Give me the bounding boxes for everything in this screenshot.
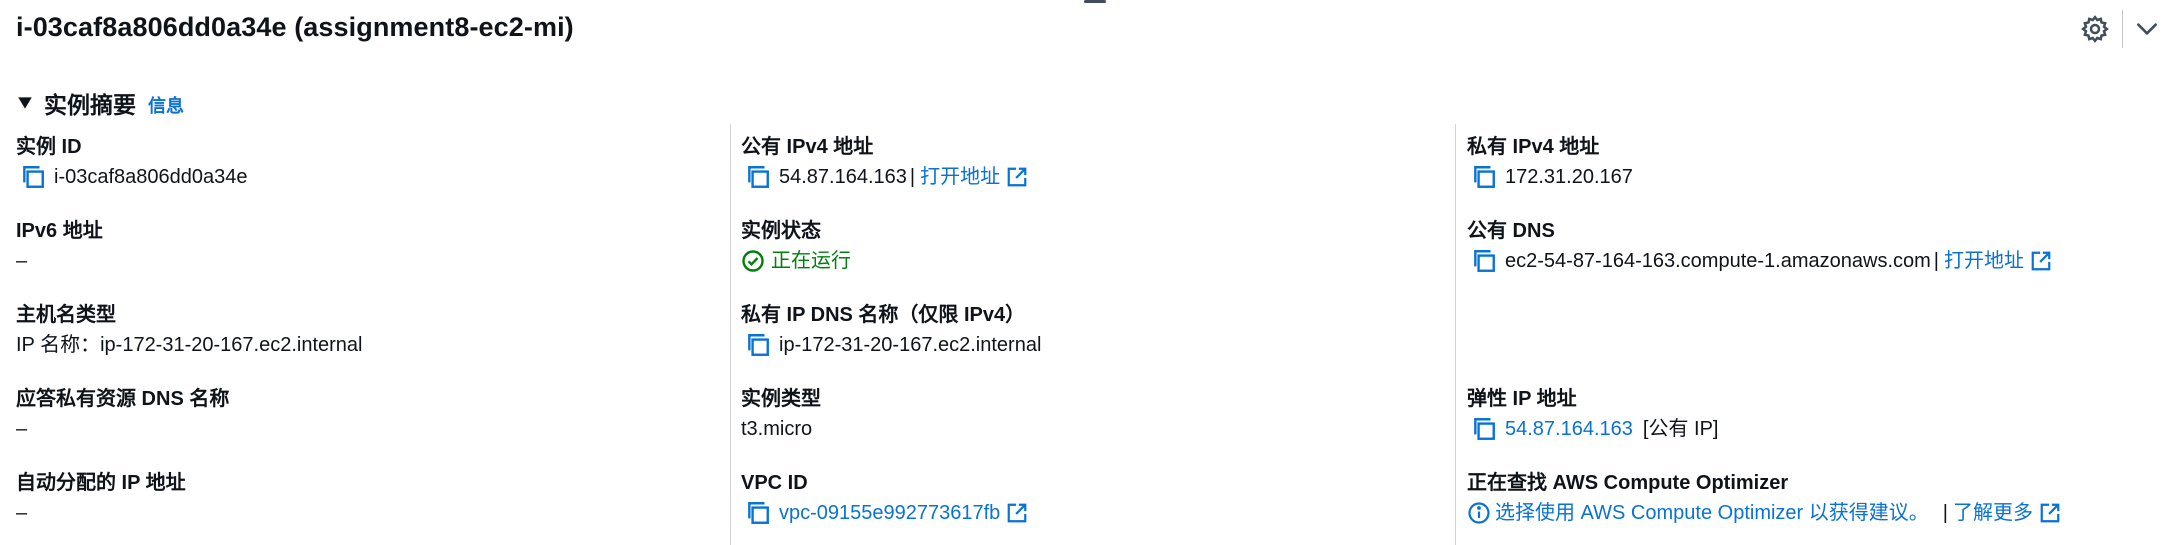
info-link[interactable]: 信息 — [148, 92, 184, 118]
separator: | — [1942, 502, 1948, 524]
header-divider — [2122, 10, 2123, 48]
separator: | — [909, 166, 916, 188]
field-label: 公有 DNS — [1467, 220, 1555, 242]
field-label: 公有 IPv4 地址 — [741, 136, 874, 158]
field-label: 实例 ID — [16, 136, 82, 158]
column-divider — [730, 124, 731, 545]
status-check-icon — [742, 250, 764, 272]
copy-icon[interactable] — [745, 500, 771, 526]
copy-icon[interactable] — [745, 164, 771, 190]
summary-column-1: 实例 ID i-03caf8a806dd0a34e IPv6 地址 – 主机名类… — [16, 122, 716, 545]
hostname-type-value: IP 名称：ip-172-31-20-167.ec2.internal — [16, 334, 363, 356]
external-link-icon[interactable] — [1006, 502, 1028, 524]
private-ipv4-value: 172.31.20.167 — [1505, 166, 1633, 188]
field-compute-optimizer: 正在查找 AWS Compute Optimizer 选择使用 AWS Comp… — [1467, 470, 2167, 540]
field-private-ipv4: 私有 IPv4 地址 172.31.20.167 — [1467, 134, 2167, 204]
field-instance-id: 实例 ID i-03caf8a806dd0a34e — [16, 134, 716, 204]
summary-column-3: 私有 IPv4 地址 172.31.20.167 公有 DNS ec2-54-8… — [1467, 122, 2167, 545]
field-vpc-id: VPC ID vpc-09155e992773617fb — [741, 470, 1441, 540]
resize-handle[interactable] — [1084, 0, 1106, 3]
learn-more-link[interactable]: 了解更多 — [1953, 499, 2033, 527]
copy-icon[interactable] — [20, 164, 46, 190]
copy-icon[interactable] — [1471, 248, 1497, 274]
field-label: 实例状态 — [741, 220, 821, 242]
header-bar: i-03caf8a806dd0a34e (assignment8-ec2-mi) — [0, 0, 2173, 60]
copy-icon[interactable] — [1471, 164, 1497, 190]
ipv6-value: – — [16, 250, 28, 272]
public-dns-value: ec2-54-87-164-163.compute-1.amazonaws.co… — [1505, 250, 1931, 272]
field-answer-private-dns: 应答私有资源 DNS 名称 – — [16, 386, 716, 456]
separator: | — [1933, 250, 1939, 272]
chevron-down-icon[interactable] — [2134, 16, 2160, 42]
gear-icon[interactable] — [2080, 14, 2110, 44]
field-ipv6: IPv6 地址 – — [16, 218, 716, 288]
page-title: i-03caf8a806dd0a34e (assignment8-ec2-mi) — [16, 12, 574, 42]
field-label: 应答私有资源 DNS 名称 — [16, 388, 230, 410]
field-hostname-type: 主机名类型 IP 名称：ip-172-31-20-167.ec2.interna… — [16, 302, 716, 372]
opt-in-optimizer-link[interactable]: 选择使用 AWS Compute Optimizer 以获得建议。 — [1495, 499, 1929, 527]
field-label: VPC ID — [741, 472, 808, 494]
private-ip-dns-value: ip-172-31-20-167.ec2.internal — [779, 334, 1042, 356]
field-instance-state: 实例状态 正在运行 — [741, 218, 1441, 288]
elastic-ip-link[interactable]: 54.87.164.163 — [1505, 415, 1633, 443]
field-private-ip-dns: 私有 IP DNS 名称（仅限 IPv4） ip-172-31-20-167.e… — [741, 302, 1441, 372]
auto-ip-value: – — [16, 502, 28, 524]
field-instance-type: 实例类型 t3.micro — [741, 386, 1441, 456]
section-title: 实例摘要 — [44, 92, 136, 118]
answer-private-dns-value: – — [16, 418, 28, 440]
copy-icon[interactable] — [1471, 416, 1497, 442]
field-public-ipv4: 公有 IPv4 地址 54.87.164.163 | 打开地址 — [741, 134, 1441, 204]
caret-down-icon[interactable] — [16, 94, 34, 112]
public-ipv4-value: 54.87.164.163 — [779, 166, 907, 188]
field-label: 主机名类型 — [16, 304, 116, 326]
field-label: 实例类型 — [741, 388, 821, 410]
vpc-id-link[interactable]: vpc-09155e992773617fb — [779, 499, 1000, 527]
field-label: 弹性 IP 地址 — [1467, 388, 1577, 410]
copy-icon[interactable] — [745, 332, 771, 358]
instance-summary-header[interactable]: 实例摘要 信息 — [16, 88, 184, 118]
external-link-icon[interactable] — [1006, 166, 1028, 188]
field-label: IPv6 地址 — [16, 220, 103, 242]
field-auto-ip: 自动分配的 IP 地址 – — [16, 470, 716, 540]
field-label: 自动分配的 IP 地址 — [16, 472, 186, 494]
open-address-link[interactable]: 打开地址 — [1944, 247, 2024, 275]
external-link-icon[interactable] — [2039, 502, 2061, 524]
field-label: 私有 IP DNS 名称（仅限 IPv4） — [741, 304, 1026, 326]
instance-state-value: 正在运行 — [771, 250, 851, 272]
external-link-icon[interactable] — [2030, 250, 2052, 272]
field-label: 私有 IPv4 地址 — [1467, 136, 1600, 158]
field-elastic-ip: 弹性 IP 地址 54.87.164.163 [公有 IP] — [1467, 386, 2167, 456]
field-public-dns: 公有 DNS ec2-54-87-164-163.compute-1.amazo… — [1467, 218, 2167, 288]
summary-column-2: 公有 IPv4 地址 54.87.164.163 | 打开地址 实例状态 正在运… — [741, 122, 1441, 545]
instance-type-value: t3.micro — [741, 418, 813, 440]
instance-id-value: i-03caf8a806dd0a34e — [54, 166, 248, 188]
open-address-link[interactable]: 打开地址 — [920, 163, 1000, 191]
field-label: 正在查找 AWS Compute Optimizer — [1467, 472, 1789, 494]
elastic-ip-suffix: [公有 IP] — [1642, 418, 1719, 440]
column-divider — [1455, 124, 1456, 545]
info-icon — [1468, 502, 1490, 524]
